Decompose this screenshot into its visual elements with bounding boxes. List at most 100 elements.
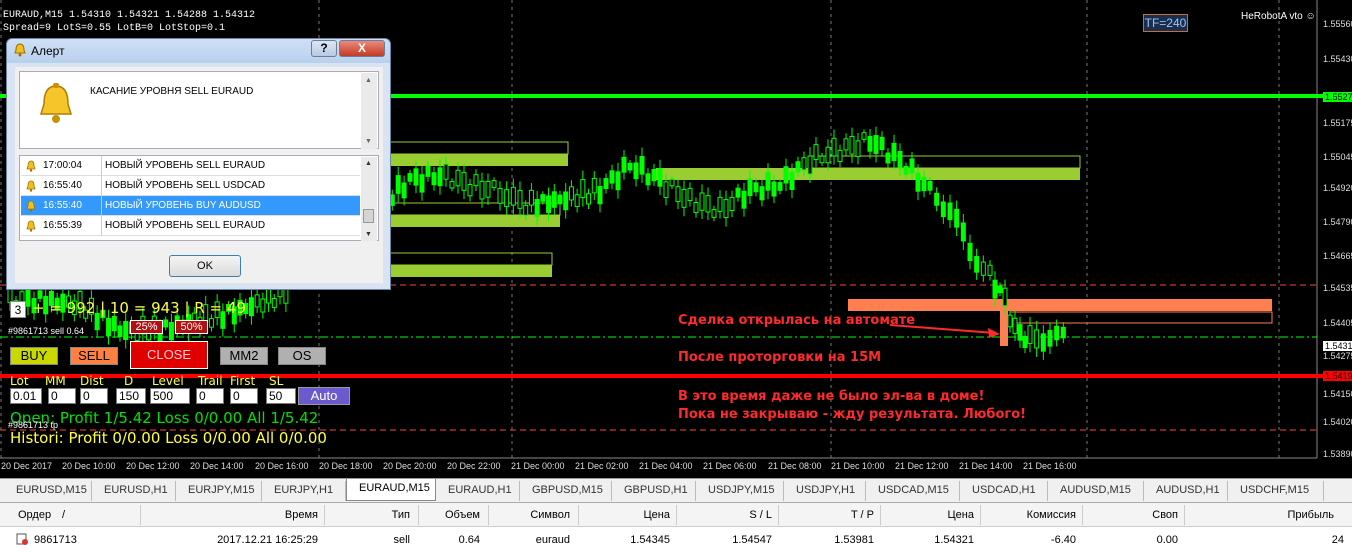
- ok-button[interactable]: OK: [169, 255, 241, 277]
- candle-body: [915, 172, 921, 192]
- time-tick: 21 Dec 16:00: [1023, 461, 1077, 471]
- column-header[interactable]: Цена: [590, 509, 670, 521]
- candle-body: [759, 186, 765, 201]
- tab-audusd-m15[interactable]: AUDUSD,M15: [1048, 481, 1144, 501]
- column-header[interactable]: Время: [238, 509, 318, 521]
- sell-zone: [390, 265, 552, 277]
- param-label-sl: SL: [269, 374, 284, 388]
- tab-usdjpy-m15[interactable]: USDJPY,M15: [696, 481, 784, 501]
- price-tick: 1.55430: [1323, 54, 1352, 64]
- tab-euraud-h1[interactable]: EURAUD,H1: [436, 481, 520, 501]
- candle-body: [717, 196, 723, 212]
- candle-body: [168, 322, 174, 341]
- tab-gbpusd-m15[interactable]: GBPUSD,M15: [520, 481, 612, 501]
- param-input-d[interactable]: 150: [116, 388, 146, 404]
- tab-eurusd-m15[interactable]: EURUSD,M15: [4, 481, 92, 501]
- candle-body: [407, 173, 413, 182]
- param-input-dist[interactable]: 0: [80, 388, 108, 404]
- price-chart[interactable]: EURAUD,M15 1.54310 1.54321 1.54288 1.543…: [0, 0, 1352, 478]
- candle-body: [461, 172, 467, 191]
- scroll-up-icon: ▲: [365, 77, 372, 84]
- candle-body: [825, 146, 831, 164]
- param-input-trail[interactable]: 0: [196, 388, 224, 404]
- tab-audusd-h1[interactable]: AUDUSD,H1: [1144, 481, 1228, 501]
- tab-eurusd-h1[interactable]: EURUSD,H1: [92, 481, 176, 501]
- price-tick: 1.54190: [1323, 371, 1352, 381]
- price-tick: 1.55275: [1323, 92, 1352, 102]
- column-divider: [418, 505, 419, 525]
- bell-icon: [26, 180, 36, 192]
- candle-body: [563, 191, 569, 211]
- tab-eurjpy-m15[interactable]: EURJPY,M15: [176, 481, 262, 501]
- close-button[interactable]: CLOSE: [130, 341, 208, 369]
- column-header[interactable]: Комиссия: [996, 509, 1076, 521]
- mm2-button[interactable]: MM2: [220, 347, 268, 365]
- smiley-icon: ☺: [1305, 11, 1316, 22]
- column-header[interactable]: /: [62, 509, 65, 521]
- column-divider: [140, 505, 141, 525]
- close-window-button[interactable]: X: [339, 40, 385, 57]
- column-header[interactable]: Прибыль: [1254, 509, 1334, 521]
- message-scrollbar[interactable]: ▲ ▼: [361, 73, 377, 149]
- column-header[interactable]: Ордер: [18, 509, 51, 521]
- tab-usdjpy-h1[interactable]: USDJPY,H1: [784, 481, 866, 501]
- scroll-thumb[interactable]: [363, 209, 374, 223]
- column-header[interactable]: Цена: [894, 509, 974, 521]
- sell-button[interactable]: SELL: [70, 347, 118, 365]
- time-tick: 21 Dec 04:00: [639, 461, 693, 471]
- candle-body: [1027, 325, 1033, 344]
- candle-body: [401, 182, 407, 199]
- table-row[interactable]: 9861713 2017.12.21 16:25:29 sell 0.64 euraud…: [0, 529, 1352, 551]
- tab-usdchf-m15[interactable]: USDCHF,M15: [1228, 481, 1324, 501]
- os-button[interactable]: OS: [278, 347, 326, 365]
- column-header[interactable]: Символ: [490, 509, 570, 521]
- timeframe-badge[interactable]: TF=240: [1143, 14, 1188, 32]
- alert-list-item[interactable]: 16:55:40 НОВЫЙ УРОВЕНЬ BUY AUDUSD: [21, 196, 360, 216]
- percent-50-button[interactable]: 50%: [175, 320, 208, 334]
- alert-list-item[interactable]: 17:00:04 НОВЫЙ УРОВЕНЬ SELL EURAUD: [21, 156, 360, 176]
- alert-titlebar[interactable]: Алерт ? X: [7, 39, 390, 63]
- param-label-first: First: [230, 374, 256, 388]
- column-header[interactable]: Своп: [1098, 509, 1178, 521]
- alert-text: НОВЫЙ УРОВЕНЬ SELL USDCAD: [105, 180, 266, 191]
- param-input-sl[interactable]: 50: [266, 388, 296, 404]
- param-input-lot[interactable]: 0.01: [10, 388, 42, 404]
- param-input-mm[interactable]: 0: [48, 388, 76, 404]
- tab-eurjpy-h1[interactable]: EURJPY,H1: [262, 481, 346, 501]
- bell-icon: [26, 160, 36, 172]
- alert-time: 17:00:04: [43, 160, 82, 171]
- candle-body: [663, 181, 669, 198]
- param-label-trail: Trail: [198, 374, 223, 388]
- column-header[interactable]: Объем: [400, 509, 480, 521]
- candle-body: [528, 189, 534, 206]
- buy-button[interactable]: BUY: [10, 347, 58, 365]
- tab-gbpusd-h1[interactable]: GBPUSD,H1: [612, 481, 696, 501]
- alert-dialog: Алерт ? X КАСАНИЕ УРОВНЯ SELL EURAUD ▲ ▼: [6, 38, 391, 290]
- time-tick: 21 Dec 14:00: [959, 461, 1013, 471]
- time-tick: 21 Dec 08:00: [768, 461, 822, 471]
- help-button[interactable]: ?: [311, 40, 337, 57]
- tab-euraud-m15[interactable]: EURAUD,M15: [346, 479, 436, 501]
- candle-body: [485, 180, 491, 198]
- param-input-first[interactable]: 0: [230, 388, 258, 404]
- candle-body: [801, 157, 807, 171]
- candle-body: [449, 181, 455, 189]
- annotation-after-trading: После проторговки на 15М: [678, 350, 882, 365]
- column-header[interactable]: Тип: [330, 509, 410, 521]
- auto-button[interactable]: Auto: [298, 387, 350, 405]
- candle-body: [855, 140, 861, 158]
- column-header[interactable]: T / P: [794, 509, 874, 521]
- table-cell: 9861713: [34, 534, 77, 546]
- alert-list-item[interactable]: 16:55:40 НОВЫЙ УРОВЕНЬ SELL USDCAD: [21, 176, 360, 196]
- tab-usdcad-h1[interactable]: USDCAD,H1: [960, 481, 1048, 501]
- candle-body: [546, 195, 552, 214]
- candle-body: [947, 202, 953, 221]
- tab-usdcad-m15[interactable]: USDCAD,M15: [866, 481, 960, 501]
- param-input-level[interactable]: 500: [150, 388, 190, 404]
- percent-25-button[interactable]: 25%: [130, 320, 163, 334]
- list-scrollbar[interactable]: ▲ ▼: [361, 157, 377, 241]
- alert-history-list: 17:00:04 НОВЫЙ УРОВЕНЬ SELL EURAUD 16:55:4…: [19, 155, 379, 241]
- alert-list-item[interactable]: 16:55:39 НОВЫЙ УРОВЕНЬ SELL EURAUD: [21, 216, 360, 236]
- column-header[interactable]: S / L: [692, 509, 772, 521]
- zone-outline: [1009, 311, 1273, 324]
